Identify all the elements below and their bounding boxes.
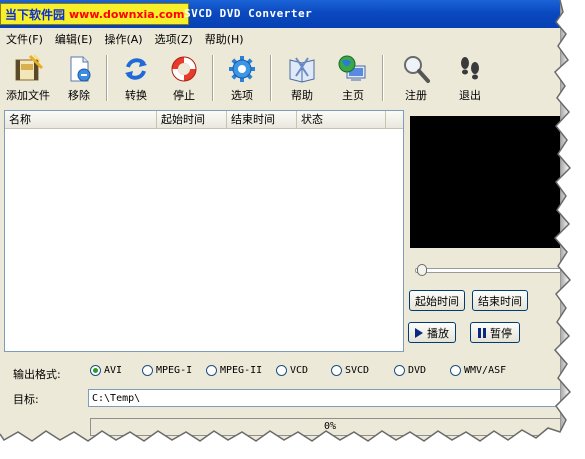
exit-label: 退出 (459, 89, 481, 102)
column-header-name[interactable]: 名称 (5, 111, 157, 128)
menu-help[interactable]: 帮助(H) (199, 31, 250, 47)
menu-edit[interactable]: 编辑(E) (49, 31, 99, 47)
home-label: 主页 (342, 89, 364, 102)
seek-slider-track[interactable] (415, 268, 560, 273)
logo-text: 当下软件园 (5, 7, 66, 22)
progress-text: 0% (323, 421, 337, 432)
menu-action[interactable]: 操作(A) (98, 31, 148, 47)
set-start-time-button[interactable]: 起始时间 (409, 290, 465, 311)
footprints-icon (453, 53, 487, 85)
app-window: 当下软件园 www.downxia.com SVCD DVD Converter… (0, 0, 561, 440)
remove-doc-icon (62, 53, 96, 85)
toolbar-separator (382, 55, 384, 101)
menu-bar: 文件(F) 编辑(E) 操作(A) 选项(Z) 帮助(H) (0, 29, 560, 49)
format-radio-avi[interactable]: AVI (90, 365, 122, 376)
globe-computer-icon (336, 53, 370, 85)
logo-url: www.downxia.com (69, 7, 185, 21)
exit-button[interactable]: 退出 (444, 49, 496, 107)
play-button[interactable]: 播放 (408, 322, 456, 343)
magnifier-icon (399, 53, 433, 85)
format-label-avi: AVI (104, 365, 123, 376)
output-format-label: 输出格式: (13, 368, 61, 381)
stop-button[interactable]: 停止 (160, 49, 208, 107)
format-radio-mpeg2[interactable]: MPEG-II (206, 365, 262, 376)
add-file-label: 添加文件 (6, 89, 50, 102)
convert-label: 转换 (125, 89, 147, 102)
home-button[interactable]: 主页 (328, 49, 378, 107)
conversion-progress-bar: 0% (90, 418, 560, 436)
format-radio-svcd[interactable]: SVCD (331, 365, 369, 376)
add-file-button[interactable]: 添加文件 (0, 49, 56, 107)
radio-circle (394, 365, 405, 376)
stop-label: 停止 (173, 89, 195, 102)
format-label-mpeg2: MPEG-II (220, 365, 263, 376)
register-label: 注册 (405, 89, 427, 102)
set-end-time-button[interactable]: 结束时间 (472, 290, 528, 311)
format-label-svcd: SVCD (345, 365, 370, 376)
video-preview (410, 116, 560, 248)
pause-icon (478, 327, 486, 338)
toolbar-separator (212, 55, 214, 101)
format-radio-wmv[interactable]: WMV/ASF (450, 365, 506, 376)
seek-slider-thumb[interactable] (417, 264, 427, 276)
radio-circle (276, 365, 287, 376)
radio-circle (450, 365, 461, 376)
format-label-mpeg1: MPEG-I (156, 365, 193, 376)
format-radio-mpeg1[interactable]: MPEG-I (142, 365, 192, 376)
radio-circle (90, 365, 101, 376)
help-book-icon (285, 53, 319, 85)
format-radio-dvd[interactable]: DVD (394, 365, 426, 376)
column-header-status[interactable]: 状态 (297, 111, 386, 128)
format-label-dvd: DVD (408, 365, 427, 376)
column-header-start-time[interactable]: 起始时间 (157, 111, 227, 128)
pause-button[interactable]: 暂停 (470, 322, 520, 343)
play-label: 播放 (427, 326, 449, 340)
format-radio-vcd[interactable]: VCD (276, 365, 308, 376)
convert-button[interactable]: 转换 (112, 49, 160, 107)
file-list[interactable]: 名称 起始时间 结束时间 状态 (4, 110, 404, 352)
format-label-wmv: WMV/ASF (464, 365, 507, 376)
window-title: SVCD DVD Converter (184, 7, 313, 20)
register-button[interactable]: 注册 (388, 49, 444, 107)
radio-circle (206, 365, 217, 376)
lifebuoy-icon (167, 53, 201, 85)
radio-circle (142, 365, 153, 376)
target-path-field[interactable]: C:\Temp\ (88, 389, 560, 407)
help-label: 帮助 (291, 89, 313, 102)
format-label-vcd: VCD (290, 365, 309, 376)
help-button[interactable]: 帮助 (276, 49, 328, 107)
file-list-header: 名称 起始时间 结束时间 状态 (5, 111, 403, 129)
remove-label: 移除 (68, 89, 90, 102)
gear-icon (225, 53, 259, 85)
options-button[interactable]: 选项 (218, 49, 266, 107)
toolbar-separator (270, 55, 272, 101)
site-logo: 当下软件园 www.downxia.com (0, 3, 190, 25)
film-add-icon (11, 53, 45, 85)
options-label: 选项 (231, 89, 253, 102)
pause-label: 暂停 (490, 326, 512, 340)
convert-arrows-icon (119, 53, 153, 85)
output-format-row: 输出格式: AVI MPEG-I MPEG-II VCD SVCD DVD WM… (0, 364, 560, 382)
play-icon (415, 327, 423, 338)
target-label: 目标: (13, 393, 39, 406)
toolbar: 添加文件 移除 转换 停止 选项 帮助 主页 注册 退出 (0, 49, 560, 107)
toolbar-separator (106, 55, 108, 101)
column-header-end-time[interactable]: 结束时间 (227, 111, 297, 128)
menu-options[interactable]: 选项(Z) (149, 31, 199, 47)
menu-file[interactable]: 文件(F) (0, 31, 49, 47)
radio-dot (93, 368, 98, 373)
title-bar: 当下软件园 www.downxia.com SVCD DVD Converter (0, 0, 560, 28)
remove-button[interactable]: 移除 (56, 49, 102, 107)
radio-circle (331, 365, 342, 376)
